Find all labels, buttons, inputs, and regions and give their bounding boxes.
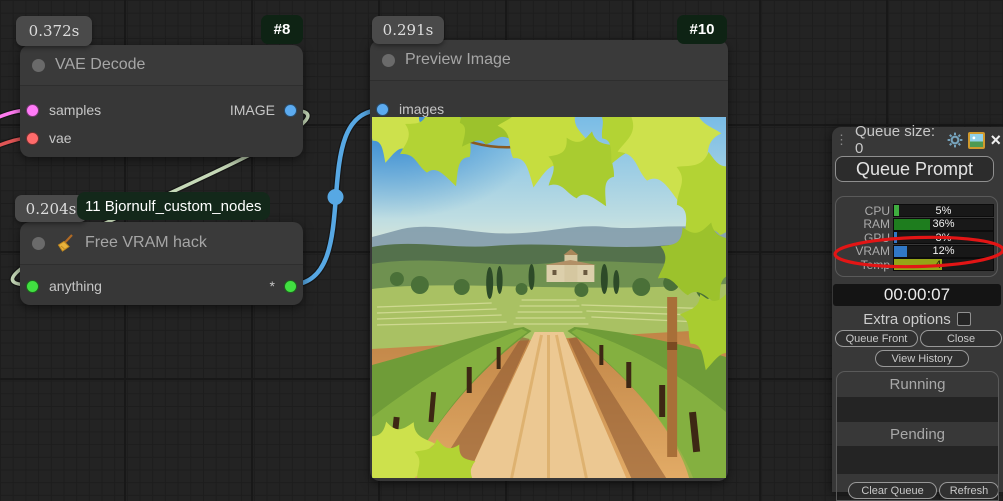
- collapse-dot-icon[interactable]: [32, 59, 45, 72]
- image-gallery-icon[interactable]: [968, 132, 985, 149]
- comfyui-canvas[interactable]: { "nodes": { "vae_decode": {"timing":"0.…: [0, 0, 1003, 492]
- slot-label-star: *: [270, 278, 275, 294]
- clear-queue-button[interactable]: Clear Queue: [848, 482, 937, 499]
- vae-decode-timing-badge: 0.372s: [16, 16, 92, 46]
- queue-size-label: Queue size: 0: [847, 123, 947, 157]
- monitor-value: 36%: [894, 218, 993, 230]
- slot-dot-samples[interactable]: [26, 104, 39, 117]
- monitor-value: 5%: [894, 205, 993, 217]
- queue-front-button[interactable]: Queue Front: [835, 330, 918, 347]
- slot-dot-star-out[interactable]: [284, 280, 297, 293]
- monitor-label: RAM: [836, 217, 893, 231]
- collapse-dot-icon[interactable]: [382, 54, 395, 67]
- monitor-label: CPU: [836, 204, 893, 218]
- monitor-row: Temp48°: [836, 258, 994, 272]
- vae-decode-header[interactable]: VAE Decode: [20, 45, 303, 86]
- view-history-button[interactable]: View History: [875, 350, 969, 367]
- monitor-row: VRAM12%: [836, 245, 994, 259]
- slot-dot-anything[interactable]: [26, 280, 39, 293]
- preview-id-badge: #10: [677, 15, 727, 44]
- slot-label-samples: samples: [49, 102, 101, 118]
- monitor-label: Temp: [836, 258, 893, 272]
- refresh-button[interactable]: Refresh: [939, 482, 999, 499]
- pending-list: [837, 446, 998, 474]
- slot-dot-image-out[interactable]: [284, 104, 297, 117]
- monitor-row: RAM36%: [836, 218, 994, 232]
- vineyard-preview-photo[interactable]: [372, 117, 726, 478]
- monitor-bar-track: 48°: [893, 258, 994, 271]
- slot-label-anything: anything: [49, 278, 102, 294]
- monitor-value: 48°: [894, 259, 993, 271]
- monitor-bar-track: 12%: [893, 245, 994, 258]
- link-midpoint-dot[interactable]: [328, 189, 344, 205]
- close-icon[interactable]: ×: [990, 133, 1001, 147]
- monitor-bar-track: 3%: [893, 231, 994, 244]
- queue-prompt-button[interactable]: Queue Prompt: [835, 156, 994, 182]
- monitor-row: GPU3%: [836, 231, 994, 245]
- system-monitor: CPU5%RAM36%GPU3%VRAM12%Temp48°: [835, 196, 998, 277]
- node-title: Free VRAM hack: [85, 234, 207, 252]
- execution-timer: 00:00:07: [833, 284, 1001, 306]
- monitor-row: CPU5%: [836, 204, 994, 218]
- node-vae-decode[interactable]: VAE Decode samples IMAGE vae: [20, 45, 303, 157]
- extra-options-checkbox[interactable]: [957, 312, 971, 326]
- preview-timing-badge: 0.291s: [372, 16, 444, 44]
- extra-options-label: Extra options: [863, 311, 951, 328]
- collapse-dot-icon[interactable]: [32, 237, 45, 250]
- monitor-bar-track: 36%: [893, 218, 994, 231]
- monitor-bar-track: 5%: [893, 204, 994, 217]
- monitor-label: VRAM: [836, 244, 893, 258]
- queue-lists-panel: Running Pending Clear Queue Refresh: [836, 371, 999, 501]
- vineyard-scene: [372, 117, 726, 478]
- preview-header[interactable]: Preview Image: [370, 40, 728, 81]
- monitor-rows: CPU5%RAM36%GPU3%VRAM12%Temp48°: [836, 204, 994, 272]
- settings-gear-icon[interactable]: [947, 132, 963, 148]
- running-header: Running: [837, 372, 998, 397]
- node-title: VAE Decode: [55, 56, 145, 74]
- slot-dot-vae[interactable]: [26, 132, 39, 145]
- node-preview-image[interactable]: Preview Image images: [370, 40, 728, 481]
- node-free-vram-hack[interactable]: Free VRAM hack anything *: [20, 222, 303, 305]
- pending-header: Pending: [837, 422, 998, 446]
- running-list: [837, 397, 998, 422]
- drag-handle-icon[interactable]: ⋮: [835, 132, 847, 148]
- monitor-value: 3%: [894, 232, 993, 244]
- slot-label-vae: vae: [49, 130, 72, 146]
- monitor-label: GPU: [836, 231, 893, 245]
- node-title: Preview Image: [405, 51, 511, 69]
- slot-label-image: IMAGE: [230, 102, 275, 118]
- slot-dot-images[interactable]: [376, 103, 389, 116]
- monitor-value: 12%: [894, 245, 993, 257]
- close-button[interactable]: Close: [920, 330, 1002, 347]
- vae-decode-id-badge: #8: [261, 15, 303, 44]
- slot-label-images: images: [399, 101, 444, 117]
- broom-icon: [55, 233, 75, 253]
- queue-menu-panel: ⋮ Queue size: 0 × Queue Prompt CPU5%RAM3…: [832, 127, 1003, 492]
- free-vram-group-badge: 11 Bjornulf_custom_nodes: [77, 192, 270, 220]
- free-vram-header[interactable]: Free VRAM hack: [20, 222, 303, 265]
